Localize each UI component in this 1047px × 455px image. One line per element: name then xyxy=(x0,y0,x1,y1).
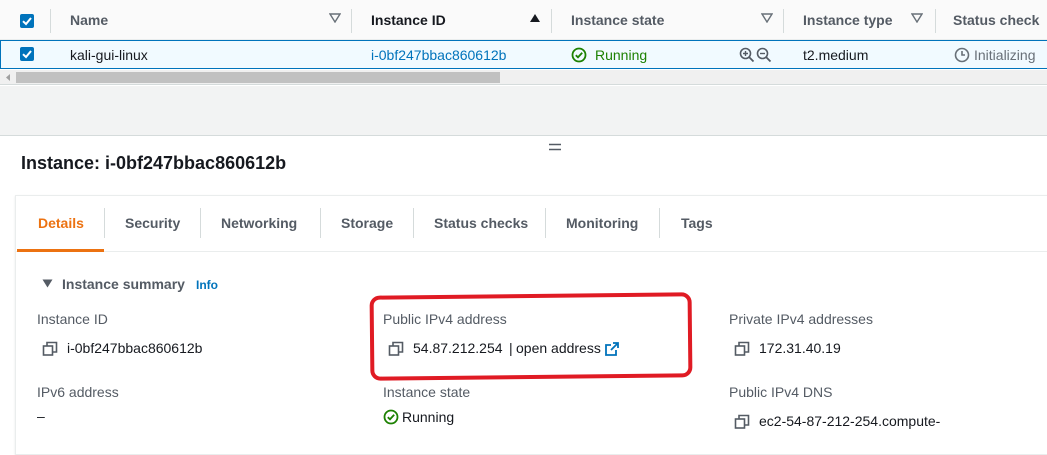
checkbox-checked-icon xyxy=(22,17,32,26)
public-dns-value: ec2-54-87-212-254.compute- xyxy=(759,413,941,429)
column-divider xyxy=(50,9,51,33)
tab-divider xyxy=(413,208,414,238)
tab-status-checks[interactable]: Status checks xyxy=(434,215,528,231)
tab-divider xyxy=(545,208,546,238)
tab-details[interactable]: Details xyxy=(38,215,84,231)
zoom-out-icon[interactable] xyxy=(756,47,772,63)
ipv6-value: – xyxy=(37,408,45,424)
zoom-in-icon[interactable] xyxy=(739,47,755,63)
tab-underline xyxy=(16,251,1047,252)
active-tab-indicator xyxy=(17,249,104,252)
filter-caret-icon[interactable] xyxy=(911,13,923,23)
tab-security[interactable]: Security xyxy=(125,215,180,231)
column-divider xyxy=(551,9,552,33)
tab-divider xyxy=(200,208,201,238)
checkbox-checked-icon xyxy=(22,50,32,59)
tab-networking[interactable]: Networking xyxy=(221,215,297,231)
tab-monitoring[interactable]: Monitoring xyxy=(566,215,638,231)
copy-icon[interactable] xyxy=(734,414,750,430)
copy-icon[interactable] xyxy=(734,341,750,357)
public-dns-label: Public IPv4 DNS xyxy=(729,384,833,400)
row-instance-type: t2.medium xyxy=(803,47,869,63)
instance-state-value: Running xyxy=(402,409,455,425)
filter-caret-icon[interactable] xyxy=(761,13,773,23)
column-divider xyxy=(935,9,936,33)
table-horizontal-scrollbar[interactable] xyxy=(0,70,1047,85)
row-state: Running xyxy=(595,47,648,63)
row-instance-id-link[interactable]: i-0bf247bbac860612b xyxy=(371,47,506,63)
row-status-check: Initializing xyxy=(974,47,1036,63)
instance-detail-title: Instance: i-0bf247bbac860612b xyxy=(21,153,287,173)
sort-ascending-icon[interactable] xyxy=(529,13,541,23)
info-link[interactable]: Info xyxy=(196,278,218,292)
private-ipv4-value: 172.31.40.19 xyxy=(759,340,841,356)
column-header-name[interactable]: Name xyxy=(70,12,108,28)
private-ipv4-label: Private IPv4 addresses xyxy=(729,311,873,327)
select-all-checkbox[interactable] xyxy=(20,14,34,28)
table-row[interactable]: kali-gui-linux i-0bf247bbac860612b Runni… xyxy=(0,40,1047,69)
resize-handle-icon[interactable] xyxy=(548,143,562,151)
column-header-status-check[interactable]: Status check xyxy=(953,12,1039,28)
scroll-left-icon[interactable] xyxy=(4,73,12,82)
red-annotation-box xyxy=(369,292,693,381)
instance-id-value: i-0bf247bbac860612b xyxy=(67,340,203,356)
instance-state-label: Instance state xyxy=(383,384,471,400)
tab-tags[interactable]: Tags xyxy=(681,215,713,231)
status-initializing-icon xyxy=(954,47,970,63)
column-divider xyxy=(351,9,352,33)
tab-divider xyxy=(104,208,105,238)
collapse-caret-icon[interactable] xyxy=(42,279,53,288)
copy-icon[interactable] xyxy=(42,341,58,357)
column-header-instance-state[interactable]: Instance state xyxy=(571,12,664,28)
row-checkbox[interactable] xyxy=(20,47,34,61)
status-running-icon xyxy=(383,409,399,425)
row-name: kali-gui-linux xyxy=(70,47,148,63)
summary-heading[interactable]: Instance summary xyxy=(62,276,185,292)
column-header-instance-type[interactable]: Instance type xyxy=(803,12,892,28)
status-running-icon xyxy=(571,47,587,63)
instance-id-label: Instance ID xyxy=(37,311,108,327)
ipv6-label: IPv6 address xyxy=(37,384,119,400)
tab-storage[interactable]: Storage xyxy=(341,215,393,231)
tab-divider xyxy=(659,208,660,238)
table-header: Name Instance ID Instance state Instance… xyxy=(0,0,1047,40)
scrollbar-thumb[interactable] xyxy=(16,72,500,83)
tab-divider xyxy=(320,208,321,238)
column-divider xyxy=(783,9,784,33)
column-header-instance-id[interactable]: Instance ID xyxy=(371,12,446,28)
split-pane-gap xyxy=(0,86,1047,136)
filter-caret-icon[interactable] xyxy=(329,13,341,23)
